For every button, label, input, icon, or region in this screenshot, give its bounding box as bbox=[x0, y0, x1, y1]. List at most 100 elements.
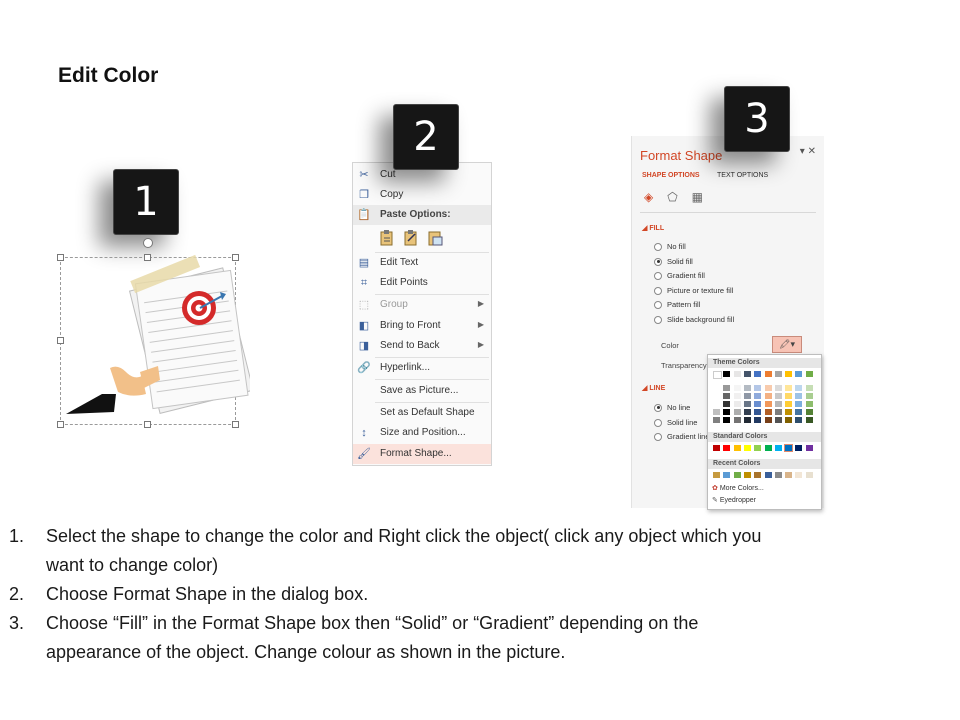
tab-shape-options[interactable]: SHAPE OPTIONS bbox=[642, 172, 700, 179]
fill-option-gradient-fill[interactable]: Gradient fill bbox=[654, 271, 705, 280]
fill-option-slide-background[interactable]: Slide background fill bbox=[654, 315, 734, 324]
paste-picture-icon[interactable] bbox=[427, 229, 443, 247]
color-swatch[interactable] bbox=[774, 445, 782, 451]
color-swatch[interactable] bbox=[774, 393, 782, 399]
color-swatch[interactable] bbox=[785, 417, 793, 423]
fill-option-solid-fill[interactable]: Solid fill bbox=[654, 257, 693, 266]
color-swatch[interactable] bbox=[785, 409, 793, 415]
color-swatch[interactable] bbox=[713, 385, 720, 391]
color-swatch[interactable] bbox=[733, 371, 741, 377]
tab-text-options[interactable]: TEXT OPTIONS bbox=[717, 172, 768, 179]
line-option-solid-line[interactable]: Solid line bbox=[654, 418, 697, 427]
color-swatch[interactable] bbox=[805, 385, 813, 391]
menu-item-copy[interactable]: ❐ Copy bbox=[353, 185, 491, 205]
color-swatch[interactable] bbox=[743, 445, 751, 451]
color-swatch[interactable] bbox=[733, 385, 741, 391]
color-swatch[interactable] bbox=[754, 401, 762, 407]
color-swatch[interactable] bbox=[764, 385, 772, 391]
color-swatch[interactable] bbox=[795, 445, 803, 451]
color-swatch[interactable] bbox=[713, 409, 720, 415]
color-swatch[interactable] bbox=[743, 371, 751, 377]
color-swatch[interactable] bbox=[754, 445, 762, 451]
color-swatch[interactable] bbox=[764, 401, 772, 407]
color-swatch[interactable] bbox=[733, 445, 741, 451]
line-option-no-line[interactable]: No line bbox=[654, 403, 690, 412]
color-swatch[interactable] bbox=[785, 401, 793, 407]
color-swatch[interactable] bbox=[774, 417, 782, 423]
color-swatch[interactable] bbox=[795, 409, 803, 415]
menu-item-format-shape[interactable]: 🖌 Format Shape... bbox=[353, 444, 491, 464]
menu-item-size-and-position[interactable]: ↕ Size and Position... bbox=[353, 423, 491, 443]
menu-item-edit-points[interactable]: ⌗ Edit Points bbox=[353, 273, 491, 293]
color-swatch[interactable] bbox=[805, 445, 813, 451]
color-swatch[interactable] bbox=[774, 385, 782, 391]
color-swatch[interactable] bbox=[795, 472, 803, 478]
menu-item-set-default-shape[interactable]: Set as Default Shape bbox=[353, 403, 491, 423]
eyedropper-item[interactable]: ✎ Eyedropper bbox=[712, 496, 756, 504]
color-swatch[interactable] bbox=[764, 371, 772, 377]
color-swatch[interactable] bbox=[743, 472, 751, 478]
color-swatch[interactable] bbox=[764, 393, 772, 399]
color-swatch[interactable] bbox=[805, 417, 813, 423]
rotate-handle[interactable] bbox=[143, 238, 153, 248]
line-section-header[interactable]: ◢ LINE bbox=[642, 384, 665, 392]
color-swatch[interactable] bbox=[795, 393, 803, 399]
color-swatch[interactable] bbox=[723, 385, 731, 391]
color-swatch[interactable] bbox=[713, 393, 720, 399]
chevron-down-icon[interactable]: ▾ bbox=[800, 146, 805, 157]
color-swatch[interactable] bbox=[733, 472, 741, 478]
color-swatch[interactable] bbox=[713, 401, 720, 407]
color-swatch[interactable] bbox=[795, 371, 803, 377]
effects-icon[interactable]: ⬠ bbox=[667, 190, 677, 204]
color-swatch[interactable] bbox=[785, 472, 793, 478]
color-swatch[interactable] bbox=[754, 409, 762, 415]
color-swatch[interactable] bbox=[785, 371, 793, 377]
fill-option-pattern-fill[interactable]: Pattern fill bbox=[654, 300, 700, 309]
color-swatch[interactable] bbox=[733, 417, 741, 423]
color-swatch[interactable] bbox=[733, 393, 741, 399]
color-swatch[interactable] bbox=[723, 417, 731, 423]
color-swatch[interactable] bbox=[723, 401, 731, 407]
color-swatch[interactable] bbox=[713, 417, 720, 423]
menu-item-edit-text[interactable]: ▤ Edit Text bbox=[353, 253, 491, 273]
color-swatch[interactable] bbox=[723, 472, 731, 478]
menu-item-bring-to-front[interactable]: ◧ Bring to Front ▶ bbox=[353, 316, 491, 336]
color-swatch[interactable] bbox=[784, 444, 794, 452]
color-swatch[interactable] bbox=[754, 472, 762, 478]
color-swatch[interactable] bbox=[713, 472, 720, 478]
fill-option-picture-texture[interactable]: Picture or texture fill bbox=[654, 286, 733, 295]
color-swatch[interactable] bbox=[713, 445, 720, 451]
paste-text-only-icon[interactable] bbox=[403, 229, 419, 247]
color-swatch[interactable] bbox=[743, 409, 751, 415]
menu-item-hyperlink[interactable]: 🔗 Hyperlink... bbox=[353, 358, 491, 378]
color-swatch[interactable] bbox=[754, 385, 762, 391]
color-swatch[interactable] bbox=[785, 385, 793, 391]
color-swatch[interactable] bbox=[805, 401, 813, 407]
color-swatch[interactable] bbox=[764, 409, 772, 415]
color-swatch[interactable] bbox=[723, 393, 731, 399]
color-swatch[interactable] bbox=[774, 472, 782, 478]
color-swatch[interactable] bbox=[774, 371, 782, 377]
color-swatch[interactable] bbox=[764, 417, 772, 423]
menu-item-group[interactable]: ⬚ Group ▶ bbox=[353, 295, 491, 315]
color-swatch[interactable] bbox=[713, 371, 722, 379]
fill-line-icon[interactable]: ◈ bbox=[644, 190, 653, 204]
color-swatch[interactable] bbox=[754, 417, 762, 423]
color-swatch[interactable] bbox=[764, 445, 772, 451]
line-option-gradient-line[interactable]: Gradient line bbox=[654, 432, 710, 441]
color-swatch[interactable] bbox=[754, 393, 762, 399]
color-swatch[interactable] bbox=[805, 472, 813, 478]
paste-keep-formatting-icon[interactable] bbox=[379, 229, 395, 247]
menu-item-save-as-picture[interactable]: Save as Picture... bbox=[353, 381, 491, 401]
color-swatch[interactable] bbox=[723, 445, 731, 451]
color-swatch[interactable] bbox=[743, 417, 751, 423]
color-swatch[interactable] bbox=[754, 371, 762, 377]
color-swatch[interactable] bbox=[733, 401, 741, 407]
color-swatch[interactable] bbox=[805, 409, 813, 415]
color-swatch[interactable] bbox=[795, 417, 803, 423]
color-swatch[interactable] bbox=[795, 385, 803, 391]
color-swatch[interactable] bbox=[805, 393, 813, 399]
color-swatch[interactable] bbox=[723, 409, 731, 415]
fill-section-header[interactable]: ◢ FILL bbox=[642, 224, 664, 232]
menu-item-send-to-back[interactable]: ◨ Send to Back ▶ bbox=[353, 336, 491, 356]
